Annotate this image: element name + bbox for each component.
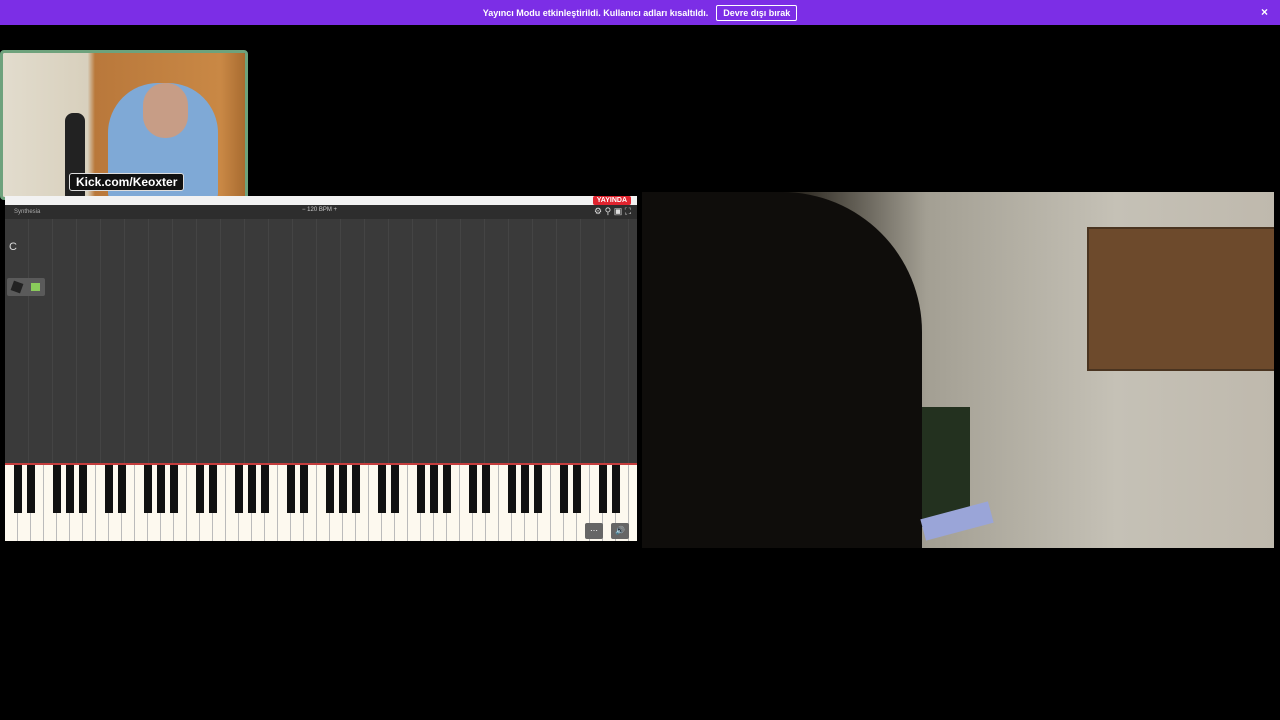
black-key[interactable] [170,465,178,513]
more-icon[interactable]: ⋯ [585,523,603,539]
black-key[interactable] [417,465,425,513]
black-key[interactable] [352,465,360,513]
streamer-mode-banner: Yayıncı Modu etkinleştirildi. Kullanıcı … [0,0,1280,25]
disable-streamer-mode-button[interactable]: Devre dışı bırak [716,4,798,21]
clef-label: C [9,241,17,253]
synthesia-toolbar: Synthesia − 120 BPM + ⚙ ⚲ ▣ ⛶ [5,205,637,219]
black-key[interactable] [66,465,74,513]
black-key[interactable] [378,465,386,513]
synthesia-window: YAYINDA Synthesia − 120 BPM + ⚙ ⚲ ▣ ⛶ C … [5,196,637,541]
black-key[interactable] [287,465,295,513]
note-lanes: C [5,219,637,464]
black-key[interactable] [248,465,256,513]
black-key[interactable] [118,465,126,513]
black-key[interactable] [261,465,269,513]
black-key[interactable] [469,465,477,513]
black-key[interactable] [599,465,607,513]
black-key[interactable] [157,465,165,513]
black-key[interactable] [27,465,35,513]
black-key[interactable] [209,465,217,513]
window-top-strip [5,196,637,205]
color-swatch-icon [31,283,40,291]
black-key[interactable] [443,465,451,513]
live-badge: YAYINDA [592,196,631,205]
black-key[interactable] [573,465,581,513]
black-key[interactable] [79,465,87,513]
cork-board [1087,227,1274,371]
black-key[interactable] [391,465,399,513]
app-name: Synthesia [14,209,41,215]
black-key[interactable] [105,465,113,513]
bpm-control[interactable]: − 120 BPM + [302,207,337,213]
black-key[interactable] [53,465,61,513]
hand-camera [642,192,1274,548]
player-silhouette [642,192,922,548]
channel-handle: Kick.com/Keoxter [69,173,185,191]
black-key[interactable] [300,465,308,513]
black-key[interactable] [326,465,334,513]
black-key[interactable] [235,465,243,513]
black-key[interactable] [430,465,438,513]
black-key[interactable] [534,465,542,513]
close-icon[interactable]: × [1261,5,1268,19]
piano-keyboard[interactable] [5,463,637,541]
piano-icon [10,280,24,294]
volume-icon[interactable]: 🔊 [611,523,629,539]
black-key[interactable] [560,465,568,513]
webcam-overlay: Kick.com/Keoxter [0,50,248,200]
black-key[interactable] [14,465,22,513]
black-key[interactable] [144,465,152,513]
toolbar-icons[interactable]: ⚙ ⚲ ▣ ⛶ [594,206,631,217]
black-key[interactable] [612,465,620,513]
black-key[interactable] [196,465,204,513]
black-key[interactable] [482,465,490,513]
banner-message: Yayıncı Modu etkinleştirildi. Kullanıcı … [482,7,709,18]
instrument-tool[interactable] [7,278,45,296]
black-key[interactable] [339,465,347,513]
streamer-head [143,83,188,138]
black-key[interactable] [508,465,516,513]
black-key[interactable] [521,465,529,513]
